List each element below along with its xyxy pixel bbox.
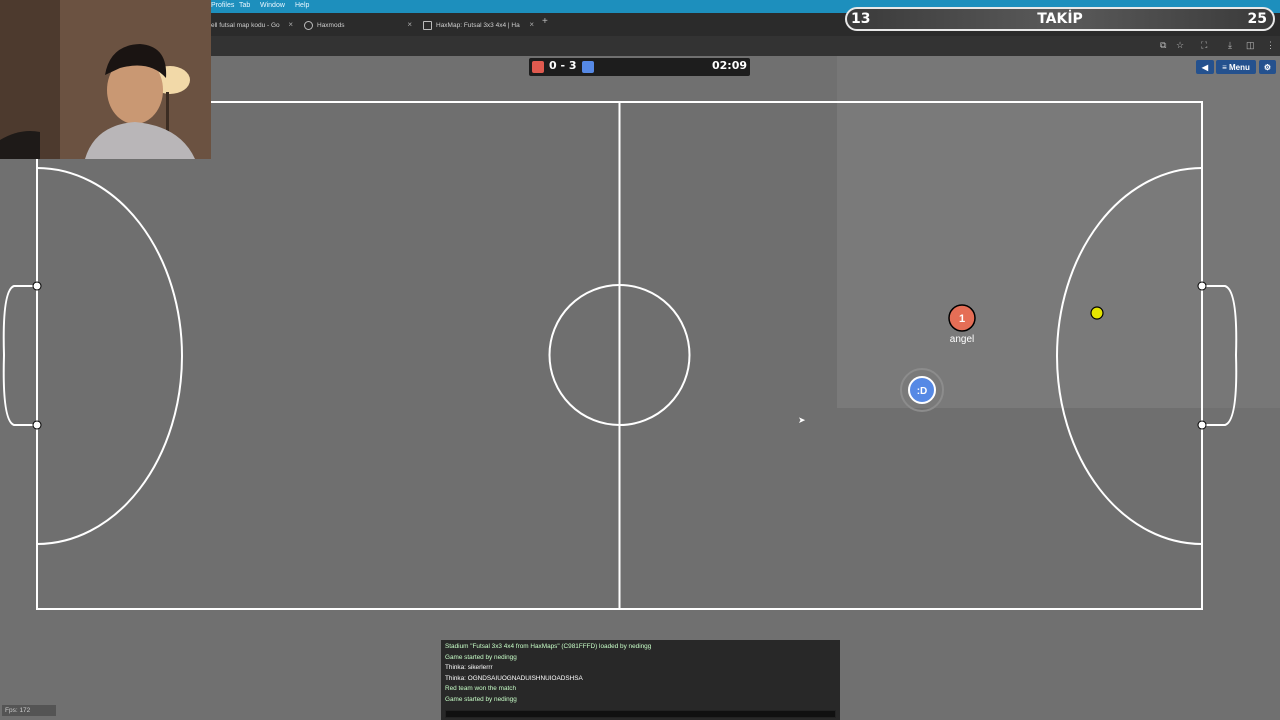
match-timer: 02:09 xyxy=(711,59,747,72)
red-player-avatar: 1 xyxy=(959,313,965,325)
scoreboard: 0 - 3 02:09 xyxy=(529,58,750,76)
score-separator: - xyxy=(560,59,566,72)
pitch-highlight xyxy=(837,102,1202,408)
left-goal-post-top xyxy=(32,281,42,291)
fps-counter: Fps: 172 xyxy=(2,705,56,716)
blue-team-icon xyxy=(582,61,594,73)
chat-message: Game started by nedingg xyxy=(445,695,517,703)
follow-label: TAKİP xyxy=(1037,11,1083,27)
chat-message: Thinka: OGNDSAIUOGNADUISHNUIOADSHSA xyxy=(445,674,583,682)
right-goal-post-top xyxy=(1197,281,1207,291)
left-goal xyxy=(2,285,37,426)
speaker-icon: ◀ xyxy=(1201,62,1209,72)
blue-player-avatar: :D xyxy=(917,386,928,397)
chat-message: Red team won the match xyxy=(445,685,517,692)
follow-goal: 25 xyxy=(1247,11,1267,27)
red-score: 0 xyxy=(549,59,557,72)
right-goal xyxy=(1202,285,1238,426)
mouse-cursor-icon: ➤ xyxy=(798,415,806,425)
webcam-image xyxy=(0,0,211,159)
menu-button[interactable]: ≡ Menu xyxy=(1216,60,1256,74)
red-team-icon xyxy=(532,61,544,73)
right-goal-post-bottom xyxy=(1197,420,1207,430)
chat-message: Stadium "Futsal 3x3 4x4 from HaxMaps" (C… xyxy=(445,643,652,650)
chat-panel: Stadium "Futsal 3x3 4x4 from HaxMaps" (C… xyxy=(441,640,840,720)
chat-message: Game started by nedingg xyxy=(445,653,517,661)
sound-toggle-button[interactable]: ◀ xyxy=(1196,60,1214,74)
chat-input[interactable] xyxy=(445,710,836,718)
gear-icon: ⚙ xyxy=(1263,62,1272,72)
settings-button[interactable]: ⚙ xyxy=(1259,60,1276,74)
webcam-feed xyxy=(0,0,211,159)
left-goal-post-bottom xyxy=(32,420,42,430)
ball xyxy=(1090,306,1104,320)
blue-score: 3 xyxy=(568,59,577,72)
follow-counter-overlay: 13 TAKİP 25 xyxy=(845,7,1275,31)
chat-log: Stadium "Futsal 3x3 4x4 from HaxMaps" (C… xyxy=(441,640,840,705)
chat-message: Thinka: sikerlerrr xyxy=(445,664,493,671)
player-name-label: angel xyxy=(949,334,975,345)
score-display: 0 - 3 xyxy=(549,59,577,72)
